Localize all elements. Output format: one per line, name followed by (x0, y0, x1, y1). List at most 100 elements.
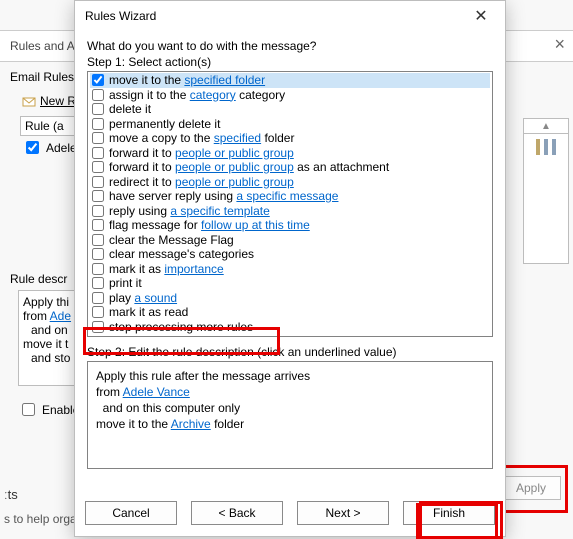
rule-description-label: Rule descr (10, 272, 67, 286)
action-checkbox[interactable] (92, 118, 104, 130)
action-checkbox[interactable] (92, 103, 104, 115)
action-link[interactable]: a specific template (170, 204, 269, 218)
action-row[interactable]: redirect it to people or public group (90, 175, 490, 190)
action-label: forward it to people or public group (109, 146, 294, 161)
new-rule-label: New R (40, 94, 76, 108)
action-link[interactable]: importance (164, 262, 223, 276)
action-row[interactable]: print it (90, 276, 490, 291)
action-row[interactable]: flag message for follow up at this time (90, 218, 490, 233)
dialog-title: Rules Wizard (85, 9, 463, 23)
desc-line: and sto (23, 351, 75, 365)
rule-enabled-checkbox[interactable] (26, 141, 39, 154)
action-link[interactable]: people or public group (175, 146, 294, 160)
new-rule-button[interactable]: New R (22, 94, 76, 108)
rule-list-item[interactable]: Adele (20, 136, 74, 159)
prompt-text: What do you want to do with the message? (87, 39, 493, 53)
email-rules-label: Email Rules (10, 70, 74, 84)
action-row[interactable]: have server reply using a specific messa… (90, 189, 490, 204)
cancel-button[interactable]: Cancel (85, 501, 177, 525)
action-checkbox[interactable] (92, 234, 104, 246)
rules-column-header: Rule (a (20, 116, 80, 136)
rule-description-box: Apply thi from Ade and on move it t and … (18, 290, 80, 386)
action-row[interactable]: mark it as read (90, 305, 490, 320)
action-checkbox[interactable] (92, 176, 104, 188)
action-link[interactable]: people or public group (175, 175, 294, 189)
close-icon[interactable]: ✕ (463, 6, 499, 26)
action-checkbox[interactable] (92, 132, 104, 144)
finish-label: Finish (433, 506, 465, 520)
next-button[interactable]: Next > (297, 501, 389, 525)
enable-rules-checkbox[interactable] (22, 403, 35, 416)
next-label: Next > (325, 506, 360, 520)
tools-icon (533, 137, 559, 157)
cancel-label: Cancel (112, 506, 149, 520)
desc-line: move it t (23, 337, 75, 351)
step1-label: Step 1: Select action(s) (87, 55, 493, 69)
action-row[interactable]: mark it as importance (90, 262, 490, 277)
action-link[interactable]: a sound (134, 291, 177, 305)
action-checkbox[interactable] (92, 263, 104, 275)
action-row[interactable]: forward it to people or public group (90, 146, 490, 161)
action-label: flag message for follow up at this time (109, 218, 310, 233)
action-row[interactable]: assign it to the category category (90, 88, 490, 103)
action-label: clear message's categories (109, 247, 254, 262)
action-link[interactable]: specified folder (184, 73, 265, 87)
action-checkbox[interactable] (92, 248, 104, 260)
folder-link[interactable]: Archive (171, 417, 211, 431)
back-button[interactable]: < Back (191, 501, 283, 525)
action-label: assign it to the category category (109, 88, 285, 103)
desc-line: Apply thi (23, 295, 75, 309)
action-row[interactable]: permanently delete it (90, 117, 490, 132)
action-link[interactable]: category (190, 88, 236, 102)
action-row[interactable]: stop processing more rules (90, 320, 490, 335)
action-label: redirect it to people or public group (109, 175, 294, 190)
action-row[interactable]: reply using a specific template (90, 204, 490, 219)
action-row[interactable]: delete it (90, 102, 490, 117)
titlebar: Rules Wizard ✕ (75, 1, 505, 31)
desc-line: and on this computer only (96, 400, 484, 416)
action-row[interactable]: play a sound (90, 291, 490, 306)
rule-description-editor[interactable]: Apply this rule after the message arrive… (87, 361, 493, 469)
action-checkbox[interactable] (92, 190, 104, 202)
back-label: < Back (218, 506, 255, 520)
action-label: have server reply using a specific messa… (109, 189, 338, 204)
from-link[interactable]: Adele Vance (123, 385, 190, 399)
action-row[interactable]: clear message's categories (90, 247, 490, 262)
action-checkbox[interactable] (92, 219, 104, 231)
action-label: move it to the specified folder (109, 73, 265, 88)
button-bar: Cancel < Back Next > Finish (75, 490, 505, 536)
scroll-up-icon[interactable]: ▲ (524, 119, 568, 134)
action-link[interactable]: people or public group (175, 160, 294, 174)
action-checkbox[interactable] (92, 74, 104, 86)
enable-rules-row[interactable]: Enable (18, 400, 79, 419)
action-checkbox[interactable] (92, 161, 104, 173)
action-label: permanently delete it (109, 117, 220, 132)
action-checkbox[interactable] (92, 205, 104, 217)
actions-list[interactable]: move it to the specified folderassign it… (87, 71, 493, 337)
action-checkbox[interactable] (92, 292, 104, 304)
action-checkbox[interactable] (92, 89, 104, 101)
desc-line: Apply this rule after the message arrive… (96, 368, 484, 384)
truncated-label: ːts (4, 487, 18, 502)
desc-line: from Adele Vance (96, 384, 484, 400)
desc-line: and on (23, 323, 75, 337)
action-link[interactable]: follow up at this time (201, 218, 310, 232)
action-checkbox[interactable] (92, 147, 104, 159)
action-checkbox[interactable] (92, 277, 104, 289)
action-row[interactable]: move it to the specified folder (90, 73, 490, 88)
action-row[interactable]: clear the Message Flag (90, 233, 490, 248)
action-row[interactable]: forward it to people or public group as … (90, 160, 490, 175)
finish-button[interactable]: Finish (403, 501, 495, 525)
action-checkbox[interactable] (92, 321, 104, 333)
desc-line: from Ade (23, 309, 75, 323)
rules-wizard-dialog: Rules Wizard ✕ What do you want to do wi… (74, 0, 506, 537)
action-label: clear the Message Flag (109, 233, 234, 248)
action-link[interactable]: a specific message (236, 189, 338, 203)
action-checkbox[interactable] (92, 306, 104, 318)
action-label: mark it as read (109, 305, 188, 320)
action-link[interactable]: specified (214, 131, 261, 145)
tab-rules[interactable]: Rules and A (10, 39, 75, 53)
action-row[interactable]: move a copy to the specified folder (90, 131, 490, 146)
action-label: mark it as importance (109, 262, 224, 277)
parent-close-icon[interactable]: × (554, 34, 565, 55)
